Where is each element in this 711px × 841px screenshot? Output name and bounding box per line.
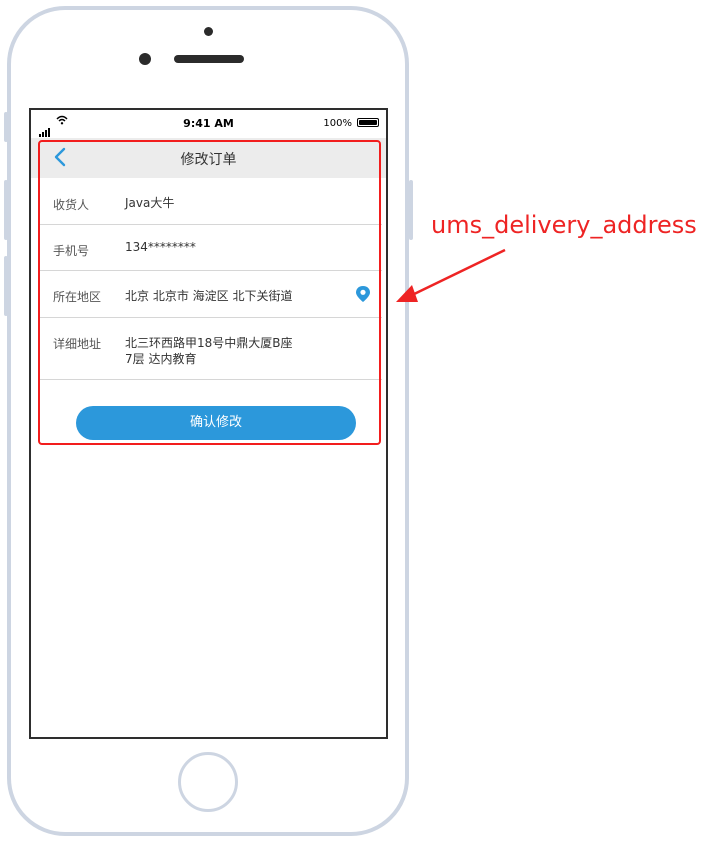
annotation-label: ums_delivery_address xyxy=(431,211,697,239)
annotation-arrow-icon xyxy=(396,248,506,302)
